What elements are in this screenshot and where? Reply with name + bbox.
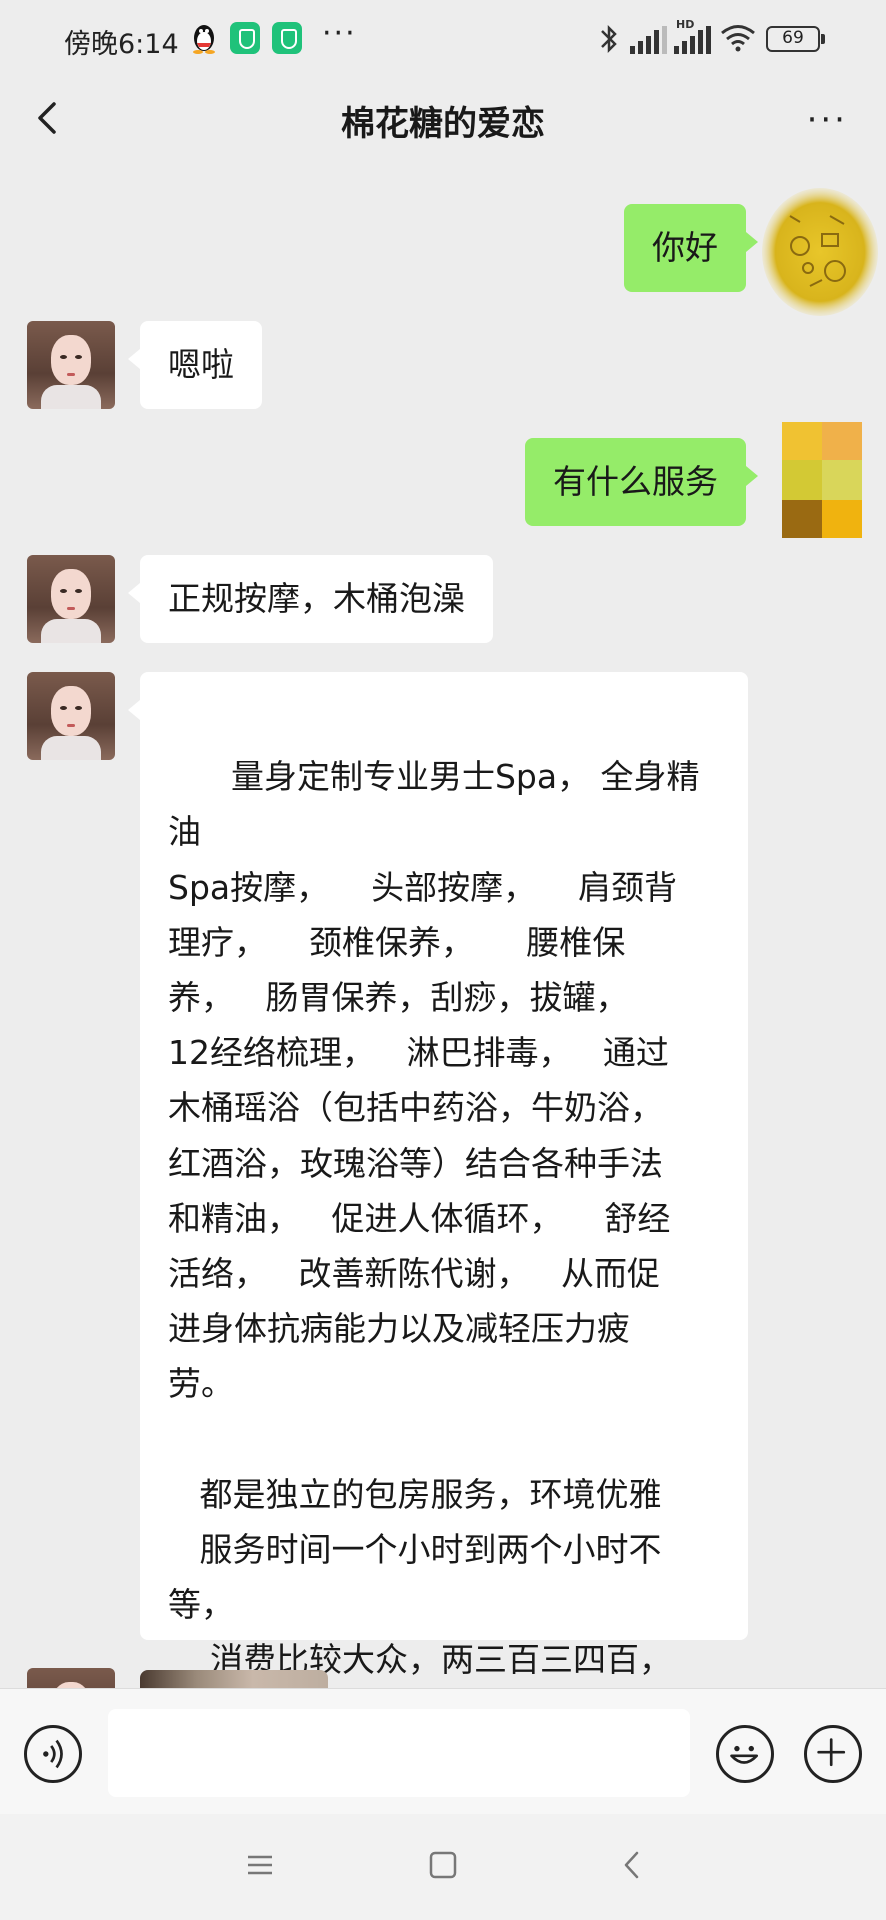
image-message-thumbnail[interactable] — [140, 1670, 328, 1688]
message-text: 嗯啦 — [168, 345, 234, 384]
message-list[interactable]: 你好 嗯啦 有什么服务 正规按摩，木桶泡澡 量身定制专业男士Spa， 全身精油 … — [0, 158, 886, 1688]
message-input[interactable] — [108, 1709, 690, 1797]
security-app-icon — [272, 22, 302, 54]
message-text: 正规按摩，木桶泡澡 — [168, 579, 465, 618]
menu-icon[interactable] — [246, 1850, 274, 1880]
message-text: 有什么服务 — [553, 462, 718, 501]
signal-icon — [674, 26, 711, 54]
my-avatar[interactable] — [772, 410, 872, 540]
nav-bar: 棉花糖的爱恋 ··· — [0, 80, 886, 158]
more-dots-icon[interactable]: ··· — [807, 100, 848, 140]
status-bar: 傍晚6:14 ··· HD 69 — [0, 0, 886, 80]
contact-avatar[interactable] — [27, 1668, 115, 1688]
message-text: 你好 — [652, 228, 718, 267]
chat-title: 棉花糖的爱恋 — [341, 104, 545, 144]
notification-more-icon: ··· — [322, 16, 357, 51]
wifi-icon — [721, 25, 755, 52]
home-icon[interactable] — [428, 1850, 458, 1880]
security-app-icon — [230, 22, 260, 54]
qq-penguin-icon — [193, 25, 215, 54]
message-text: 量身定制专业男士Spa， 全身精油 Spa按摩， 头部按摩， 肩颈背 理疗， 颈… — [168, 757, 700, 1680]
contact-avatar[interactable] — [27, 321, 115, 409]
message-bubble-incoming[interactable]: 正规按摩，木桶泡澡 — [128, 555, 493, 643]
status-time: 傍晚6:14 — [64, 29, 179, 60]
back-icon[interactable] — [620, 1850, 644, 1880]
chat-screen: 傍晚6:14 ··· HD 69 棉花糖的爱恋 ··· 你好 嗯啦 有什么服务 … — [0, 0, 886, 1920]
message-bubble-outgoing[interactable]: 你好 — [624, 204, 758, 292]
plus-icon[interactable] — [804, 1725, 862, 1783]
message-bubble-outgoing[interactable]: 有什么服务 — [525, 438, 758, 526]
emoji-icon[interactable] — [716, 1725, 774, 1783]
system-navigation-bar — [0, 1814, 886, 1920]
bluetooth-icon — [601, 24, 617, 54]
input-bar — [0, 1688, 886, 1814]
my-avatar[interactable] — [760, 186, 878, 316]
voice-icon[interactable] — [24, 1725, 82, 1783]
contact-avatar[interactable] — [27, 555, 115, 643]
signal-icon — [630, 26, 667, 54]
message-bubble-incoming[interactable]: 嗯啦 — [128, 321, 262, 409]
contact-avatar[interactable] — [27, 672, 115, 760]
message-bubble-incoming[interactable]: 量身定制专业男士Spa， 全身精油 Spa按摩， 头部按摩， 肩颈背 理疗， 颈… — [128, 672, 748, 1679]
battery-icon: 69 — [766, 26, 825, 52]
